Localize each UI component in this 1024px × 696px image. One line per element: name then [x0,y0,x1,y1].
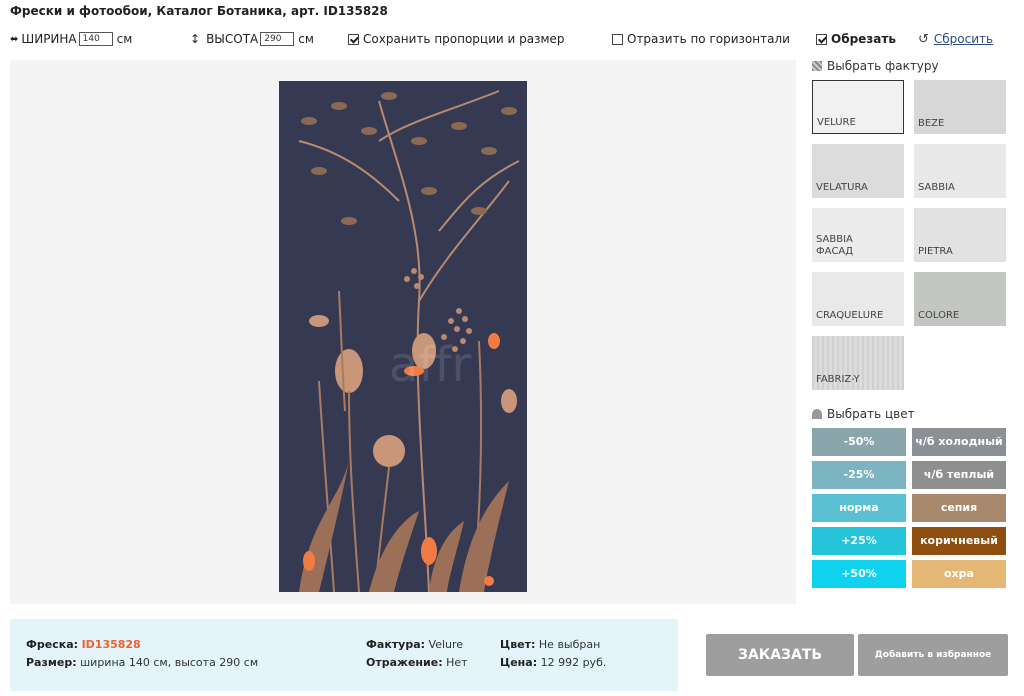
size-toolbar: ⬌ ШИРИНА 140 см ↕ ВЫСОТА 290 см Сохранит… [10,30,1010,50]
fresco-id: ID135828 [81,638,141,651]
texture-sabbia[interactable]: SABBIA [914,144,1006,198]
mirror-row: Отражение: Нет [366,656,468,669]
texture-label: SABBIA ФАСАД [816,234,854,257]
add-to-favorites-button[interactable]: Добавить в избранное [858,634,1008,676]
price-value: 12 992 руб. [540,656,607,669]
fresco-preview[interactable]: affr [279,81,527,592]
mirror-checkbox[interactable]: Отразить по горизонтали [612,30,790,48]
texture-summary-label: Фактура: [366,638,426,651]
size-value: ширина 140 см, высота 290 см [80,656,259,669]
texture-label: PIETRA [918,246,953,257]
height-control: ↕ ВЫСОТА 290 см [190,30,314,48]
price-label: Цена: [500,656,538,669]
reset-icon: ↺ [918,31,929,47]
order-summary: Фреска: ID135828 Размер: ширина 140 см, … [10,619,678,691]
texture-label: FABRIZ-Y [816,374,860,385]
mirror-label: Отразить по горизонтали [627,32,790,46]
texture-beze[interactable]: BEZE [914,80,1006,134]
texture-label: COLORE [918,310,960,321]
checkbox-unchecked-icon[interactable] [612,33,623,45]
texture-icon [812,61,822,71]
color-minus-50[interactable]: -50% [812,428,906,456]
texture-label: VELURE [817,117,856,128]
width-input[interactable]: 140 [78,32,113,46]
color-plus-50[interactable]: +50% [812,560,906,588]
height-unit: см [298,32,314,46]
keep-proportions-checkbox[interactable]: Сохранить пропорции и размер [348,30,565,48]
texture-title: Выбрать фактуру [827,59,939,73]
checkbox-checked-icon[interactable] [816,33,827,45]
texture-label: BEZE [918,118,945,129]
size-row: Размер: ширина 140 см, высота 290 см [26,656,258,669]
height-input[interactable]: 290 [260,32,295,46]
texture-summary-value: Velure [428,638,464,651]
reset-link[interactable]: Сбросить [934,32,993,46]
height-label: ВЫСОТА [206,32,259,46]
price-row: Цена: 12 992 руб. [500,656,606,669]
horizontal-arrows-icon: ⬌ [10,33,19,45]
texture-colore[interactable]: COLORE [914,272,1006,326]
keep-proportions-label: Сохранить пропорции и размер [363,32,565,46]
color-ochre[interactable]: охра [912,560,1006,588]
texture-pietra[interactable]: PIETRA [914,208,1006,262]
botanical-artwork: affr [279,81,527,592]
color-summary-label: Цвет: [500,638,536,651]
preview-area: affr [10,60,796,604]
color-normal[interactable]: норма [812,494,906,522]
color-title: Выбрать цвет [827,407,915,421]
color-bw-warm[interactable]: ч/б теплый [912,461,1006,489]
width-control: ⬌ ШИРИНА 140 см [10,30,132,48]
color-brown[interactable]: коричневый [912,527,1006,555]
watermark-text: affr [389,337,471,393]
palette-icon [812,409,822,419]
texture-velatura[interactable]: VELATURA [812,144,904,198]
color-plus-25[interactable]: +25% [812,527,906,555]
color-summary-value: Не выбран [538,638,601,651]
color-row: Цвет: Не выбран [500,638,600,651]
checkbox-checked-icon[interactable] [348,33,359,45]
color-sepia[interactable]: сепия [912,494,1006,522]
color-minus-25[interactable]: -25% [812,461,906,489]
texture-label: CRAQUELURE [816,310,884,321]
texture-velure[interactable]: VELURE [812,80,904,134]
texture-fabriz-y[interactable]: FABRIZ-Y [812,336,904,390]
crop-checkbox[interactable]: Обрезать [816,30,896,48]
mirror-summary-label: Отражение: [366,656,443,669]
vertical-arrows-icon: ↕ [190,32,201,46]
texture-craquelure[interactable]: CRAQUELURE [812,272,904,326]
sidebar: Выбрать фактуру VELURE BEZE VELATURA SAB… [812,58,1012,588]
texture-label: SABBIA [918,182,955,193]
width-label: ШИРИНА [21,32,77,46]
texture-label: VELATURA [816,182,868,193]
reset-button[interactable]: ↺ Сбросить [918,30,993,48]
texture-row: Фактура: Velure [366,638,463,651]
color-header: Выбрать цвет [812,406,915,422]
color-bw-cold[interactable]: ч/б холодный [912,428,1006,456]
texture-sabbia-facade[interactable]: SABBIA ФАСАД [812,208,904,262]
page-title: Фрески и фотообои, Каталог Ботаника, арт… [10,4,388,18]
texture-header: Выбрать фактуру [812,58,1012,74]
order-button[interactable]: ЗАКАЗАТЬ [706,634,854,676]
width-unit: см [116,32,133,46]
mirror-summary-value: Нет [446,656,468,669]
fresco-label: Фреска: [26,638,79,651]
size-label: Размер: [26,656,77,669]
crop-label: Обрезать [831,32,896,46]
fresco-row: Фреска: ID135828 [26,638,141,651]
